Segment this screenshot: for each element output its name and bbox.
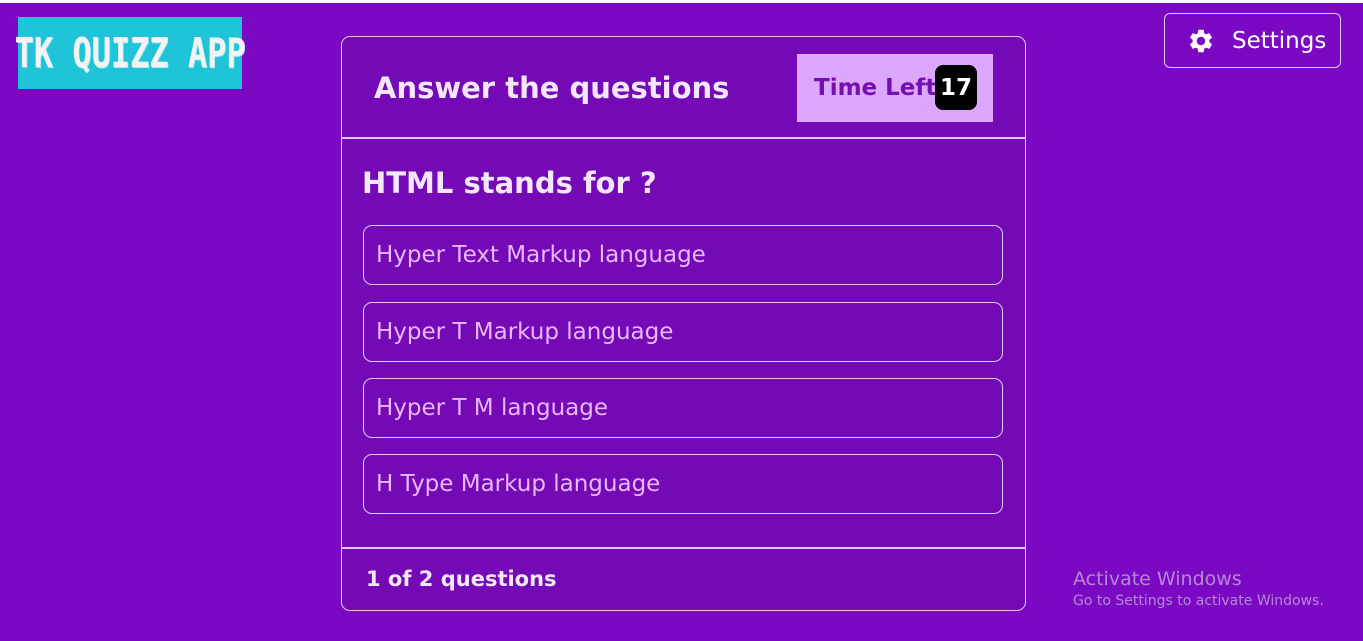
app-logo: TK QUIZZ APP: [14, 17, 246, 89]
quiz-title: Answer the questions: [374, 71, 730, 105]
quiz-card: Answer the questions Time Left 17 HTML s…: [341, 36, 1026, 611]
quiz-card-header: Answer the questions Time Left 17: [342, 37, 1025, 139]
activate-windows-subtitle: Go to Settings to activate Windows.: [1073, 593, 1324, 609]
question-progress: 1 of 2 questions: [366, 567, 557, 591]
gear-icon: [1190, 29, 1212, 52]
timer-box: Time Left 17: [797, 54, 993, 122]
quiz-card-footer: 1 of 2 questions: [342, 547, 1025, 610]
answer-option-2[interactable]: Hyper T Markup language: [363, 302, 1003, 362]
timer-count: 17: [935, 65, 977, 110]
activate-windows-watermark: Activate Windows Go to Settings to activ…: [1073, 568, 1324, 609]
logo-text: TK QUIZZ APP: [14, 29, 246, 77]
answer-option-4[interactable]: H Type Markup language: [363, 454, 1003, 514]
timer-label: Time Left: [814, 75, 937, 101]
settings-label: Settings: [1232, 27, 1327, 54]
question-text: HTML stands for ?: [362, 166, 657, 200]
answer-option-1[interactable]: Hyper Text Markup language: [363, 225, 1003, 285]
quiz-page: TK QUIZZ APP Settings Answer the questio…: [0, 0, 1363, 641]
settings-button[interactable]: Settings: [1164, 13, 1341, 68]
answer-option-3[interactable]: Hyper T M language: [363, 378, 1003, 438]
activate-windows-title: Activate Windows: [1073, 568, 1242, 590]
